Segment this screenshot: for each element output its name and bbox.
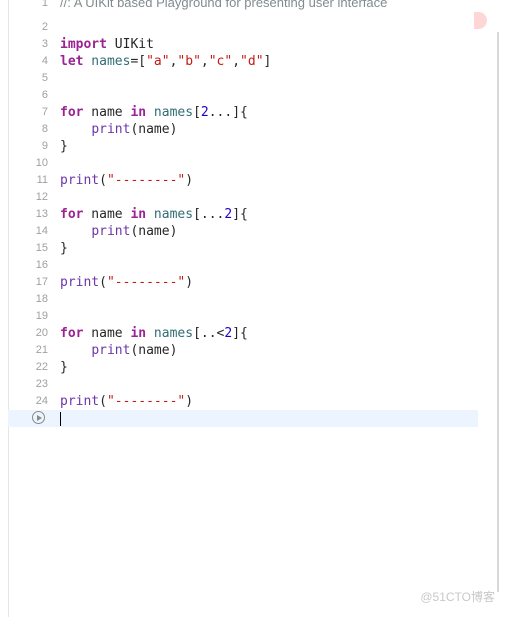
code-line: 5	[8, 70, 478, 87]
code-line: 18	[8, 291, 478, 308]
line-number: 11	[36, 174, 48, 186]
code-line: 12	[8, 189, 478, 206]
code-line: 16	[8, 257, 478, 274]
line-number: 3	[41, 38, 48, 50]
run-icon[interactable]	[32, 411, 45, 424]
line-number: 1	[41, 0, 48, 9]
line-number: 12	[35, 191, 48, 203]
watermark: @51CTO博客	[420, 590, 495, 604]
code-line: 7 for name in names[2...]{	[8, 104, 478, 121]
line-number: 9	[41, 140, 48, 152]
line-number: 24	[35, 395, 48, 407]
line-number: 21	[35, 344, 48, 356]
line-number: 8	[41, 123, 48, 135]
code-line: 2	[8, 19, 478, 36]
code-line: 14 print(name)	[8, 223, 478, 240]
line-number: 17	[35, 276, 48, 288]
line-number: 20	[35, 327, 48, 339]
line-number: 2	[41, 21, 48, 33]
code-line: 9}	[8, 138, 478, 155]
code-lines[interactable]: 2 3 import UIKit 4 let names=["a","b","c",…	[8, 19, 478, 427]
code-line: 10	[8, 155, 478, 172]
line-number: 14	[35, 225, 48, 237]
code-line: 3 import UIKit	[8, 36, 478, 53]
code-line: 6	[8, 87, 478, 104]
code-line: 8 print(name)	[8, 121, 478, 138]
code-line: 11 print("--------")	[8, 172, 478, 189]
header-comment-line: 1 //: A UIKit based Playground for prese…	[8, 0, 478, 18]
code-line: 23	[8, 376, 478, 393]
code-line: 17 print("--------")	[8, 274, 478, 291]
editor-scrollbar[interactable]	[497, 32, 499, 592]
code-line: 21 print(name)	[8, 342, 478, 359]
code-line: 13 for name in names[...2]{	[8, 206, 478, 223]
line-number: 6	[41, 89, 48, 101]
line-number: 16	[35, 259, 48, 271]
text-cursor	[60, 412, 61, 426]
code-line: 20 for name in names[..<2]{	[8, 325, 478, 342]
code-line: 24 print("--------")	[8, 393, 478, 410]
code-line: 19	[8, 308, 478, 325]
line-number: 19	[35, 310, 48, 322]
line-number: 23	[35, 378, 48, 390]
line-number: 22	[35, 361, 48, 373]
code-line: 22}	[8, 359, 478, 376]
code-comment: //: A UIKit based Playground for present…	[60, 0, 388, 10]
code-line: 4 let names=["a","b","c","d"]	[8, 53, 478, 70]
line-number: 15	[35, 242, 48, 254]
line-number: 10	[35, 157, 48, 169]
line-number: 4	[41, 55, 48, 67]
line-number: 18	[35, 293, 48, 305]
current-line[interactable]	[8, 410, 478, 427]
line-number: 13	[35, 208, 48, 220]
line-number: 5	[41, 72, 48, 84]
line-number: 7	[41, 106, 48, 118]
code-line: 15}	[8, 240, 478, 257]
